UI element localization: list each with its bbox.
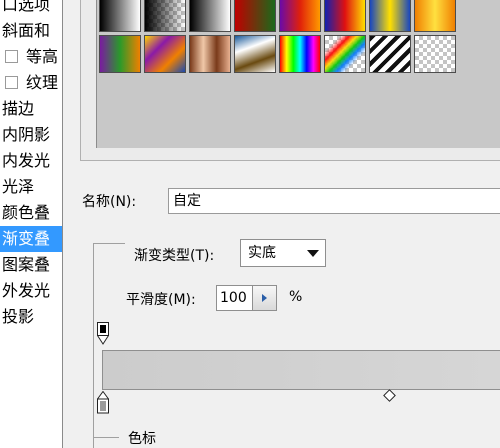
preset-swatch-violet-green-orange[interactable] (99, 35, 141, 73)
smoothness-label: 平滑度(M): (126, 292, 196, 308)
color-stop[interactable] (97, 391, 109, 415)
style-item-label: 斜面和 (2, 21, 51, 40)
opacity-stop[interactable] (97, 322, 109, 348)
style-checkbox[interactable] (5, 49, 18, 63)
gradient-type-select[interactable]: 实底 (240, 239, 326, 267)
style-item[interactable]: 渐变叠 (0, 226, 62, 252)
preset-swatch-violet-orange[interactable] (279, 0, 321, 32)
group-border (93, 437, 119, 438)
style-checkbox[interactable] (5, 75, 18, 89)
name-label: 名称(N): (82, 194, 137, 210)
style-item-label: 渐变叠 (2, 229, 51, 248)
gradient-type-label: 渐变类型(T): (134, 248, 215, 264)
preset-swatch-chrome[interactable] (234, 35, 276, 73)
preset-swatch-spectrum[interactable] (279, 35, 321, 73)
style-item[interactable]: 投影 (0, 304, 62, 330)
name-input[interactable]: 自定 (168, 188, 500, 214)
gradient-bar[interactable] (102, 350, 500, 390)
preset-swatch-transparent-stripes[interactable] (369, 35, 411, 73)
preset-swatch-transparent[interactable] (414, 35, 456, 73)
style-item[interactable]: 内发光 (0, 148, 62, 174)
group-border (93, 437, 94, 448)
style-item[interactable]: 外发光 (0, 278, 62, 304)
preset-swatch-copper[interactable] (189, 35, 231, 73)
style-item-label: 外发光 (2, 281, 51, 300)
style-item[interactable]: 纹理 (0, 70, 62, 96)
style-item-label: 图案叠 (2, 255, 51, 274)
style-item[interactable]: 图案叠 (0, 252, 62, 278)
preset-swatch-blue-yellow-blue[interactable] (369, 0, 411, 32)
style-item-label: 光泽 (2, 177, 35, 196)
style-item-label: 内阴影 (2, 125, 51, 144)
style-item[interactable]: 斜面和 (0, 18, 62, 44)
style-item-label: 投影 (2, 307, 35, 326)
layer-style-list: 口选项斜面和等高纹理描边内阴影内发光光泽颜色叠渐变叠图案叠外发光投影 (0, 0, 63, 448)
preset-swatch-blue-red-yellow[interactable] (324, 0, 366, 32)
style-item-label: 纹理 (26, 73, 59, 92)
preset-swatch-orange-yellow-orange[interactable] (414, 0, 456, 32)
chevron-down-icon (307, 250, 319, 257)
gradient-type-value: 实底 (248, 245, 276, 261)
style-item[interactable]: 内阴影 (0, 122, 62, 148)
style-item-label: 描边 (2, 99, 35, 118)
preset-swatch-red-green[interactable] (234, 0, 276, 32)
color-stops-title: 色标 (128, 431, 156, 447)
smoothness-stepper-button[interactable] (253, 285, 277, 311)
style-item[interactable]: 口选项 (0, 0, 62, 18)
style-item[interactable]: 描边 (0, 96, 62, 122)
preset-swatch-black-white-diag[interactable] (189, 0, 231, 32)
midpoint-diamond[interactable] (383, 389, 396, 402)
style-item[interactable]: 光泽 (0, 174, 62, 200)
style-item-label: 口选项 (2, 0, 51, 14)
smoothness-input[interactable]: 100 (216, 285, 253, 311)
preset-swatch-black-white[interactable] (99, 0, 141, 32)
preset-swatch-yellow-violet-orange-blue[interactable] (144, 35, 186, 73)
style-item[interactable]: 等高 (0, 44, 62, 70)
preset-swatch-transparent-rainbow[interactable] (324, 35, 366, 73)
preset-swatch-black-transparent[interactable] (144, 0, 186, 32)
style-item-label: 等高 (26, 47, 59, 66)
group-border (93, 243, 125, 244)
arrow-right-icon (262, 294, 267, 302)
style-item[interactable]: 颜色叠 (0, 200, 62, 226)
preset-grid (96, 0, 500, 148)
style-item-label: 内发光 (2, 151, 51, 170)
smoothness-unit: % (289, 289, 303, 305)
style-item-label: 颜色叠 (2, 203, 51, 222)
group-border (93, 243, 94, 448)
preset-panel (80, 0, 500, 161)
